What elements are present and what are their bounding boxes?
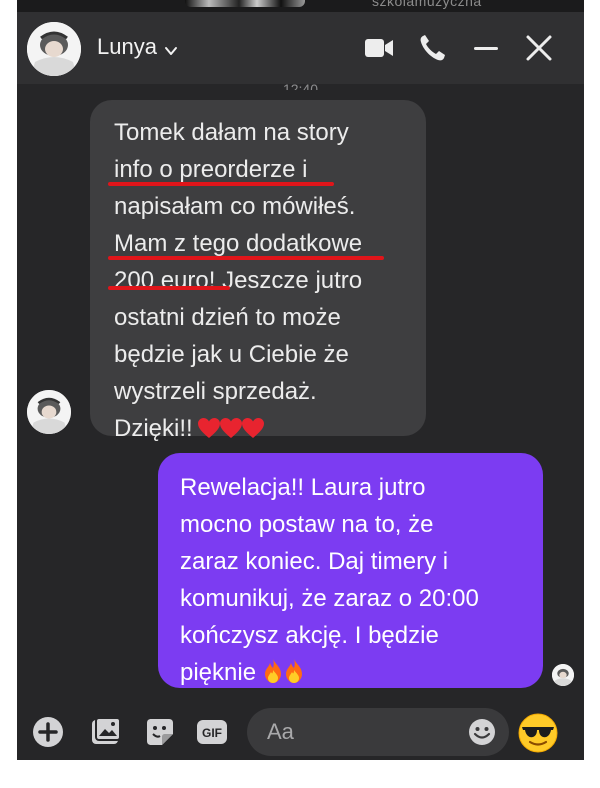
gif-icon[interactable]: GIF xyxy=(195,715,229,749)
plus-icon[interactable] xyxy=(31,715,65,749)
message-line-last: Dzięki!! xyxy=(114,410,426,447)
message-input[interactable]: Aa xyxy=(247,708,509,756)
contact-name-button[interactable]: Lunya xyxy=(97,34,179,60)
message-text: Dzięki!! xyxy=(114,415,193,442)
svg-text:GIF: GIF xyxy=(202,726,222,740)
message-line: będzie jak u Ciebie że xyxy=(114,341,349,368)
top-strip-image xyxy=(185,0,305,7)
incoming-message-bubble[interactable]: Tomek dałam na story info o preorderze i… xyxy=(90,100,426,442)
message-line: 200 euro! Jeszcze jutro xyxy=(114,267,363,294)
message-timestamp: 12:40 xyxy=(282,81,319,90)
red-underline xyxy=(108,286,230,290)
top-strip-text: szkolamuzyczna xyxy=(372,0,482,9)
emoji-icon[interactable] xyxy=(467,717,497,747)
outgoing-message-bubble[interactable]: Rewelacja!! Laura jutro mocno postaw na … xyxy=(158,453,543,688)
message-text: pięknie xyxy=(180,659,257,686)
red-heart-emoji xyxy=(197,417,221,439)
chat-header: Lunya xyxy=(17,12,584,84)
chat-window: szkolamuzyczna Lunya 12:40 Tomek dałam n… xyxy=(17,0,584,760)
red-underline xyxy=(108,256,384,260)
fire-emoji xyxy=(283,658,305,684)
contact-name: Lunya xyxy=(97,34,157,59)
message-line: ostatni dzień to może xyxy=(114,304,341,331)
fire-emoji xyxy=(262,658,284,684)
minimize-icon[interactable] xyxy=(468,30,504,66)
sticker-icon[interactable] xyxy=(143,715,177,749)
message-input-placeholder: Aa xyxy=(267,719,294,744)
message-line: napisałam co mówiłeś. xyxy=(114,193,356,220)
red-heart-emoji xyxy=(241,417,265,439)
message-line-last: pięknie xyxy=(180,654,543,691)
red-heart-emoji xyxy=(219,417,243,439)
message-line: zaraz koniec. Daj timery i xyxy=(180,548,449,575)
top-strip: szkolamuzyczna xyxy=(17,0,584,12)
video-call-icon[interactable] xyxy=(361,30,397,66)
red-underline xyxy=(108,182,334,186)
message-line: Rewelacja!! Laura jutro xyxy=(180,474,426,501)
sender-avatar[interactable] xyxy=(27,390,71,434)
chevron-down-icon xyxy=(163,39,179,55)
phone-icon[interactable] xyxy=(414,30,450,66)
photo-icon[interactable] xyxy=(89,715,123,749)
message-line: komunikuj, że zaraz o 20:00 xyxy=(180,585,479,612)
sunglasses-emoji-button[interactable] xyxy=(517,712,559,754)
message-line: mocno postaw na to, że xyxy=(180,511,434,538)
message-line: kończysz akcję. I będzie xyxy=(180,622,439,649)
message-line: Tomek dałam na story xyxy=(114,119,349,146)
read-receipt-avatar xyxy=(552,664,574,686)
message-line: wystrzeli sprzedaż. xyxy=(114,378,317,405)
message-composer: GIF Aa xyxy=(17,700,584,760)
contact-avatar[interactable] xyxy=(27,22,81,76)
close-icon[interactable] xyxy=(521,30,557,66)
